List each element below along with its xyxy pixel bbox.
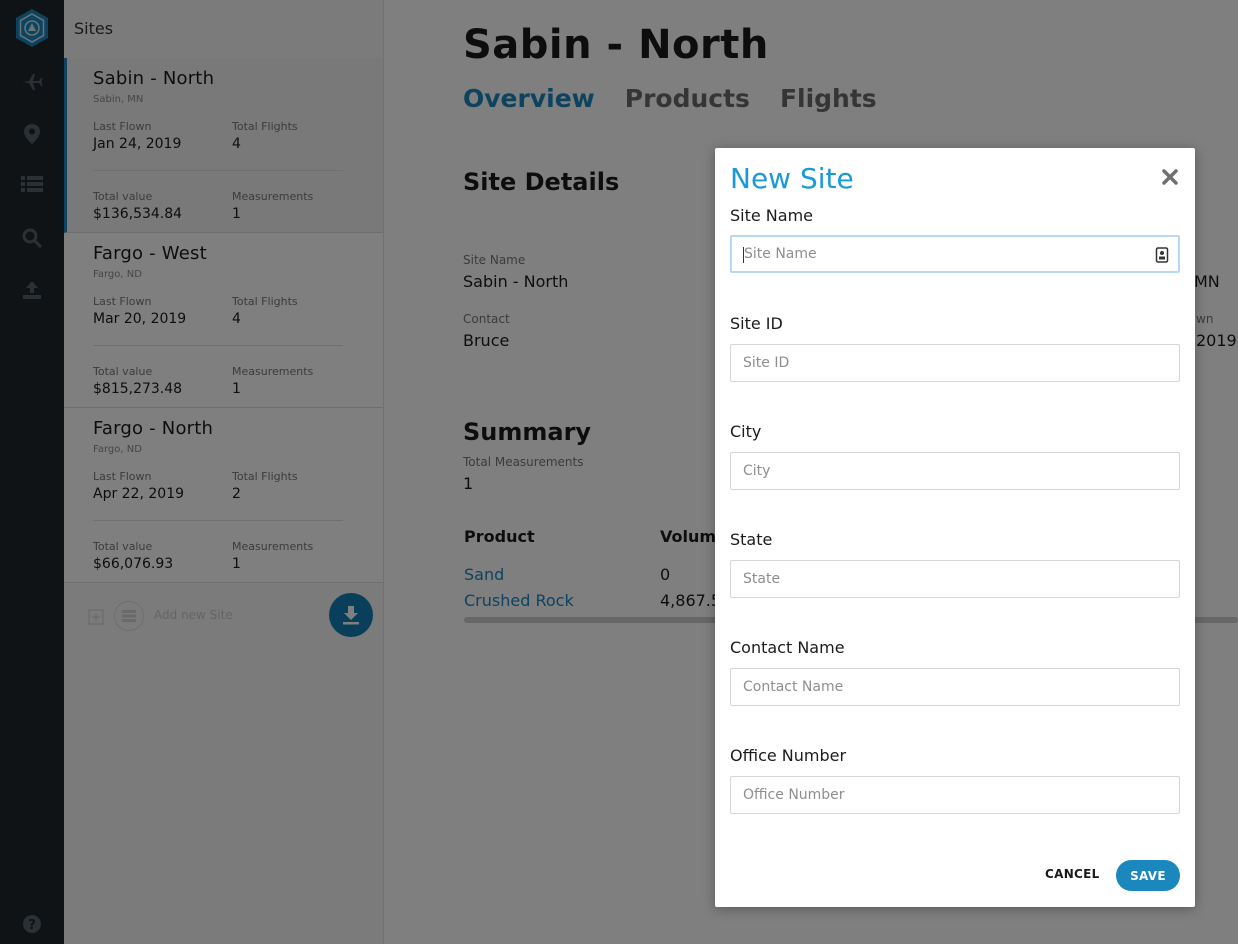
close-icon[interactable]: [1159, 166, 1181, 188]
state-input[interactable]: [730, 560, 1180, 598]
contact-card-icon[interactable]: [1155, 247, 1169, 263]
contact-name-field-label: Contact Name: [730, 638, 845, 657]
state-field-label: State: [730, 530, 773, 549]
modal-title: New Site: [730, 162, 854, 195]
contact-name-input[interactable]: [730, 668, 1180, 706]
cancel-button[interactable]: CANCEL: [1045, 867, 1100, 881]
site-id-field-label: Site ID: [730, 314, 783, 333]
save-button[interactable]: SAVE: [1116, 860, 1180, 891]
office-number-field-label: Office Number: [730, 746, 847, 765]
office-number-input[interactable]: [730, 776, 1180, 814]
city-field-label: City: [730, 422, 762, 441]
text-caret: [743, 247, 744, 263]
city-input[interactable]: [730, 452, 1180, 490]
site-id-input[interactable]: [730, 344, 1180, 382]
site-name-input[interactable]: [730, 235, 1180, 273]
new-site-modal: New Site Site Name Site ID City State Co…: [715, 148, 1195, 907]
site-name-field-label: Site Name: [730, 206, 814, 225]
